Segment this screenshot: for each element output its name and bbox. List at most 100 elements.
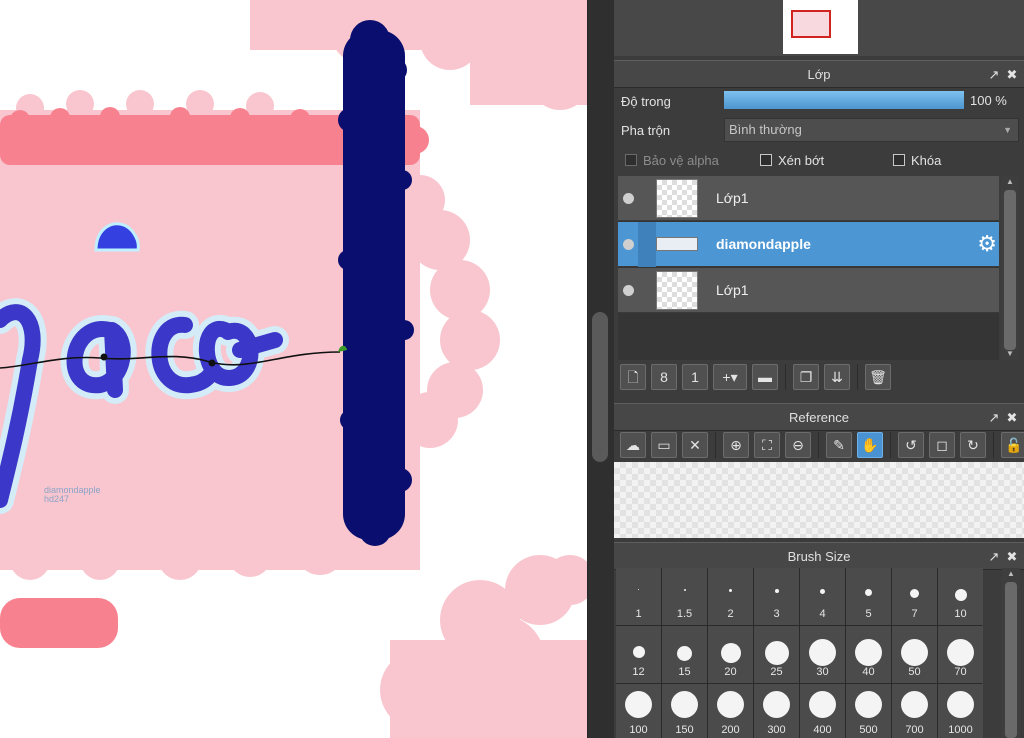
lock-icon[interactable]: 🔓 [1001,432,1024,458]
canvas-vertical-scrollbar[interactable] [587,0,614,738]
brush-size-cell[interactable]: 10 [938,568,983,625]
canvas-artwork [0,0,587,738]
close-reference-icon[interactable]: ✕ [682,432,708,458]
gear-icon[interactable]: ⚙ [977,232,997,256]
brush-size-cell[interactable]: 3 [754,568,799,625]
undock-icon[interactable]: ↗ [986,404,1002,431]
brush-size-cell[interactable]: 2 [708,568,753,625]
brush-size-cell[interactable]: 15 [662,626,707,683]
layer-toolbar: 🗋 8 1 +▾ ▬ ❐ ⇊ 🗑 [620,364,891,390]
brush-preview-dot [947,639,974,666]
brush-size-cell[interactable]: 1000 [938,684,983,738]
brush-size-cell[interactable]: 7 [892,568,937,625]
brush-preview-dot [809,639,836,666]
layer-name: diamondapple [716,236,811,252]
navigator-thumbnail[interactable] [783,0,858,54]
brush-size-cell[interactable]: 20 [708,626,753,683]
navigator-view-rect[interactable] [791,10,831,38]
new-layer-icon[interactable]: 🗋 [620,364,646,390]
brush-size-cell[interactable]: 100 [616,684,661,738]
brush-size-label: 10 [954,608,967,620]
brush-size-cell[interactable]: 5 [846,568,891,625]
brush-size-cell[interactable]: 150 [662,684,707,738]
brush-size-cell[interactable]: 4 [800,568,845,625]
reset-view-icon[interactable]: ◻ [929,432,955,458]
open-folder-icon[interactable]: ▭ [651,432,677,458]
protect-alpha-checkbox[interactable]: Bảo vệ alpha [625,152,719,168]
undock-icon[interactable]: ↗ [986,543,1002,570]
new-1bit-layer-icon[interactable]: 1 [682,364,708,390]
import-icon[interactable]: ☁ [620,432,646,458]
eyedropper-icon[interactable]: ✎ [826,432,852,458]
brush-size-cell[interactable]: 70 [938,626,983,683]
scroll-up-icon[interactable]: ▲ [1002,568,1020,580]
delete-layer-icon[interactable]: 🗑 [865,364,891,390]
lock-checkbox[interactable]: Khóa [893,152,941,168]
layer-thumbnail [656,237,698,251]
rotate-left-icon[interactable]: ↺ [898,432,924,458]
opacity-slider[interactable] [724,91,964,109]
zoom-in-icon[interactable]: ⊕ [723,432,749,458]
close-icon[interactable]: ✖ [1004,61,1020,88]
visibility-icon[interactable] [623,285,634,296]
visibility-icon[interactable] [623,193,634,204]
folder-icon[interactable]: ▬ [752,364,778,390]
blend-mode-value: Bình thường [729,122,802,137]
layer-row[interactable]: Lớp1 [618,268,999,313]
brush-size-cell[interactable]: 400 [800,684,845,738]
scrollbar-thumb[interactable] [1004,190,1016,350]
close-icon[interactable]: ✖ [1004,543,1020,570]
brush-size-label: 1000 [948,724,973,736]
watermark-line-2: hd247 [44,494,70,504]
close-icon[interactable]: ✖ [1004,404,1020,431]
brush-size-label: 3 [773,608,780,620]
brush-size-cell[interactable]: 700 [892,684,937,738]
brush-size-label: 5 [865,608,872,620]
hand-icon[interactable]: ✋ [857,432,883,458]
brush-size-cell[interactable]: 30 [800,626,845,683]
brush-size-cell[interactable]: 500 [846,684,891,738]
rotate-right-icon[interactable]: ↻ [960,432,986,458]
visibility-icon[interactable] [623,239,634,250]
scrollbar-thumb[interactable] [592,312,608,462]
zoom-out-icon[interactable]: ⊖ [785,432,811,458]
brush-size-label: 4 [819,608,826,620]
scroll-up-icon[interactable]: ▲ [1001,176,1019,188]
brush-size-cell[interactable]: 12 [616,626,661,683]
brush-size-cell[interactable]: 1.5 [662,568,707,625]
brush-size-cell[interactable]: 300 [754,684,799,738]
reference-toolbar: ☁ ▭ ✕ ⊕ ⛶ ⊖ ✎ ✋ ↺ ◻ ↻ 🔓 [620,432,1024,458]
blend-mode-select[interactable]: Bình thường ▼ [724,118,1019,142]
brush-size-cell[interactable]: 200 [708,684,753,738]
brush-size-cell[interactable]: 40 [846,626,891,683]
brush-preview-dot [820,589,825,594]
brush-preview-dot [638,589,639,590]
clipping-checkbox[interactable]: Xén bớt [760,152,824,168]
scrollbar-thumb[interactable] [1005,582,1017,738]
checkbox-box [625,154,637,166]
brush-size-label: 150 [675,724,694,736]
brush-size-label: 7 [911,608,918,620]
drawing-canvas[interactable]: diamondapple hd247 [0,0,587,738]
brush-size-cell[interactable]: 1 [616,568,661,625]
undock-icon[interactable]: ↗ [986,61,1002,88]
layer-row-selected[interactable]: diamondapple ⚙ [618,222,999,267]
protect-alpha-label: Bảo vệ alpha [643,152,719,168]
layer-folder-indent [638,222,656,267]
brush-preview-dot [683,589,686,591]
brush-size-scrollbar[interactable]: ▲ [1002,568,1020,738]
brush-size-cell[interactable]: 50 [892,626,937,683]
brush-preview-dot [947,691,974,718]
layer-list-scrollbar[interactable]: ▲ ▼ [1001,176,1019,360]
reference-image-area[interactable] [614,462,1024,538]
fit-icon[interactable]: ⛶ [754,432,780,458]
merge-down-icon[interactable]: ⇊ [824,364,850,390]
brush-preview-dot [809,691,836,718]
add-layer-menu-icon[interactable]: +▾ [713,364,747,390]
scroll-down-icon[interactable]: ▼ [1001,348,1019,360]
layer-row[interactable]: Lớp1 [618,176,999,221]
duplicate-layer-icon[interactable]: ❐ [793,364,819,390]
new-8bit-layer-icon[interactable]: 8 [651,364,677,390]
brush-size-cell[interactable]: 25 [754,626,799,683]
brush-size-label: 700 [905,724,924,736]
